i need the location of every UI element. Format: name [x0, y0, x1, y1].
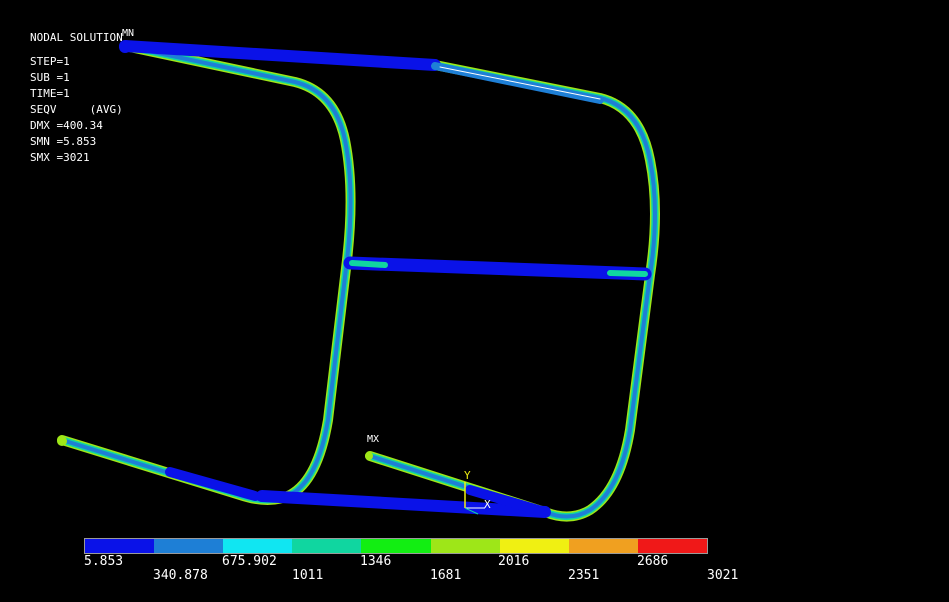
legend-label-bottom-2: 1681 — [430, 568, 462, 583]
right-bent-tube-core — [368, 63, 657, 519]
legend-label-top-2: 1346 — [360, 554, 392, 569]
substep-value: SUB =1 — [30, 71, 70, 84]
top-crossbar-highlight — [439, 66, 601, 100]
legend-swatch-5 — [430, 539, 500, 553]
legend-swatch-7 — [568, 539, 638, 553]
right-bent-tube-halo — [365, 60, 660, 522]
solution-title: NODAL SOLUTION — [30, 31, 123, 44]
max-displacement: DMX =400.34 — [30, 119, 103, 132]
contour-legend-bar — [84, 538, 708, 554]
legend-label-top-3: 2016 — [498, 554, 530, 569]
middle-crossbar — [343, 256, 652, 281]
legend-label-bottom-0: 340.878 — [153, 568, 208, 583]
max-marker-label: MX — [367, 434, 380, 445]
min-marker-label: MN — [122, 28, 135, 39]
legend-swatch-6 — [499, 539, 569, 553]
frame-model-plot[interactable] — [0, 0, 949, 602]
legend-label-top-1: 675.902 — [222, 554, 277, 569]
bottom-left-end-cap — [57, 436, 67, 446]
max-stress: SMX =3021 — [30, 151, 90, 164]
legend-swatch-4 — [361, 539, 431, 553]
legend-swatch-2 — [223, 539, 293, 553]
right-bent-tube-mid — [366, 61, 659, 520]
result-item: SEQV (AVG) — [30, 103, 123, 116]
legend-swatch-3 — [292, 539, 362, 553]
triad-x-label: X — [484, 498, 491, 511]
legend-swatch-8 — [637, 539, 707, 553]
mx-end-cap — [365, 452, 373, 460]
time-value: TIME=1 — [30, 87, 70, 100]
middle-crossbar-right-end — [607, 270, 648, 277]
legend-label-bottom-4: 3021 — [707, 568, 739, 583]
legend-label-bottom-1: 1011 — [292, 568, 324, 583]
middle-crossbar-left-end — [349, 260, 388, 268]
step-value: STEP=1 — [30, 55, 70, 68]
solution-info-panel: NODAL SOLUTION STEP=1 SUB =1 TIME=1 SEQV… — [30, 30, 123, 166]
min-stress: SMN =5.853 — [30, 135, 97, 148]
left-lower-tube-blue — [165, 467, 260, 501]
legend-swatch-1 — [154, 539, 224, 553]
legend-label-top-4: 2686 — [637, 554, 669, 569]
legend-swatch-0 — [85, 539, 155, 553]
graphics-viewport[interactable]: NODAL SOLUTION STEP=1 SUB =1 TIME=1 SEQV… — [0, 0, 949, 602]
legend-label-top-0: 5.853 — [84, 554, 124, 569]
triad-y-label: Y — [464, 469, 471, 482]
legend-label-bottom-3: 2351 — [568, 568, 600, 583]
